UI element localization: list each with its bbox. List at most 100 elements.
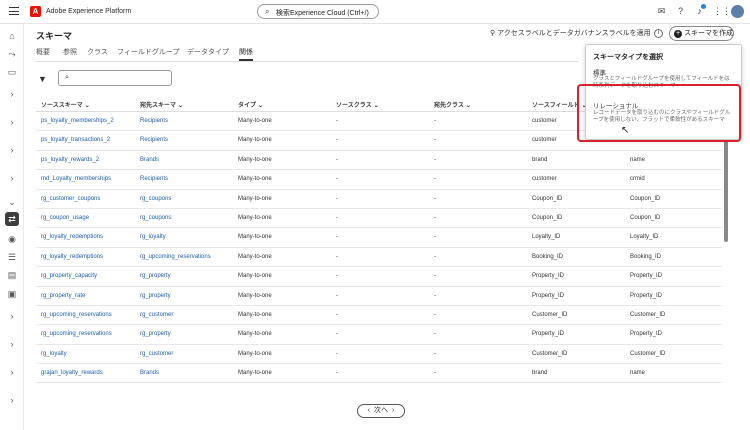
- search-icon: ⌕: [65, 74, 69, 81]
- workflows-icon[interactable]: ⤳: [6, 48, 18, 60]
- table-cell: Many-to-one: [238, 176, 272, 183]
- next-page-icon[interactable]: ›: [392, 407, 394, 414]
- sort-icon: ⌄: [178, 103, 184, 109]
- expand-chevron-icon[interactable]: ›: [6, 366, 18, 378]
- source-schema-link[interactable]: md_Loyalty_memberships: [41, 176, 111, 182]
- destination-schema-link[interactable]: rg_customer: [140, 312, 173, 318]
- source-schema-link[interactable]: rg_property_rate: [41, 293, 85, 299]
- destination-schema-link[interactable]: rg_property: [140, 273, 171, 279]
- table-row[interactable]: rg_loyalty_redemptions rg_loyalty Many-to-…: [36, 228, 722, 248]
- help-icon[interactable]: ?: [675, 6, 686, 17]
- tab-data-types[interactable]: データタイプ: [187, 47, 229, 57]
- source-schema-link[interactable]: ps_loyalty_transactions_2: [41, 137, 110, 143]
- apps-grid-icon[interactable]: ⋮⋮: [713, 6, 731, 17]
- table-row[interactable]: rg_property_rate rg_property Many-to-one - -…: [36, 287, 722, 306]
- table-cell: brand: [532, 370, 548, 377]
- destination-schema-link[interactable]: Recipients: [140, 176, 168, 182]
- table-row[interactable]: rg_loyalty_redemptions rg_upcoming_reserv…: [36, 248, 722, 268]
- datasets-icon[interactable]: ☰: [6, 251, 18, 263]
- destination-schema-link[interactable]: rg_property: [140, 331, 171, 337]
- table-row[interactable]: grajan_loyalty_rewards Brands Many-to-one -…: [36, 364, 722, 384]
- table-cell: Customer_ID: [630, 311, 666, 318]
- feedback-icon[interactable]: ✉: [656, 6, 667, 17]
- column-header[interactable]: ソースクラス ⌄: [336, 100, 379, 109]
- expand-chevron-icon[interactable]: ›: [6, 310, 18, 322]
- table-row[interactable]: rg_upcoming_reservations rg_customer Many-…: [36, 306, 722, 326]
- expand-chevron-icon[interactable]: ›: [6, 116, 18, 128]
- table-cell: -: [434, 118, 436, 124]
- create-schema-button[interactable]: + スキーマを作成: [669, 26, 734, 41]
- table-row[interactable]: rg_customer_coupons rg_coupons Many-to-one…: [36, 190, 722, 209]
- source-schema-link[interactable]: grajan_loyalty_rewards: [41, 370, 103, 376]
- monitoring-icon[interactable]: ▣: [6, 288, 18, 300]
- destination-schema-link[interactable]: Recipients: [140, 118, 168, 124]
- destination-schema-link[interactable]: rg_coupons: [140, 215, 171, 221]
- table-cell: Customer_ID: [630, 350, 666, 357]
- table-row[interactable]: md_Loyalty_memberships Recipients Many-to-…: [36, 170, 722, 190]
- expand-chevron-icon[interactable]: ›: [6, 172, 18, 184]
- global-search[interactable]: ⌕ 検索Experience Cloud (Ctrl+/): [257, 4, 379, 19]
- home-icon[interactable]: ⌂: [6, 30, 18, 42]
- table-cell: Coupon_ID: [630, 214, 661, 221]
- info-icon[interactable]: i: [654, 29, 663, 38]
- table-row[interactable]: rg_coupon_usage rg_coupons Many-to-one - - Co…: [36, 209, 722, 229]
- source-schema-link[interactable]: rg_property_capacity: [41, 273, 97, 279]
- schemas-icon[interactable]: ⇄: [5, 212, 19, 226]
- destination-schema-link[interactable]: rg_coupons: [140, 196, 171, 202]
- destination-schema-link[interactable]: Recipients: [140, 137, 168, 143]
- source-schema-link[interactable]: rg_loyalty_redemptions: [41, 254, 103, 260]
- table-cell: -: [336, 195, 338, 202]
- table-cell: Customer_ID: [532, 311, 568, 318]
- collapse-chevron-icon[interactable]: ⌄: [6, 196, 18, 208]
- source-schema-link[interactable]: rg_loyalty: [41, 351, 67, 357]
- table-cell: customer: [532, 176, 557, 183]
- tab-classes[interactable]: クラス: [87, 47, 108, 57]
- source-schema-link[interactable]: ps_loyalty_memberships_2: [41, 118, 114, 124]
- column-header[interactable]: タイプ ⌄: [238, 100, 263, 109]
- tab-relationships[interactable]: 関係: [239, 47, 253, 57]
- next-page-label[interactable]: 次へ: [374, 407, 388, 414]
- source-schema-link[interactable]: rg_upcoming_reservations: [41, 312, 112, 318]
- expand-chevron-icon[interactable]: ›: [6, 144, 18, 156]
- table-row[interactable]: rg_loyalty rg_customer Many-to-one - - Custom…: [36, 345, 722, 365]
- search-input[interactable]: ⌕: [58, 70, 172, 86]
- destination-schema-link[interactable]: rg_customer: [140, 351, 173, 357]
- column-header[interactable]: 宛先クラス ⌄: [434, 100, 471, 109]
- filter-icon[interactable]: ▼: [38, 74, 47, 84]
- table-row[interactable]: rg_upcoming_reservations rg_property Many-…: [36, 325, 722, 345]
- destination-schema-link[interactable]: Brands: [140, 157, 159, 163]
- expand-chevron-icon[interactable]: ›: [6, 88, 18, 100]
- destination-schema-link[interactable]: rg_loyalty: [140, 234, 166, 240]
- table-cell: -: [434, 234, 436, 241]
- table-cell: Many-to-one: [238, 331, 272, 338]
- dashboard-icon[interactable]: ▭: [6, 66, 18, 78]
- expand-chevron-icon[interactable]: ›: [6, 338, 18, 350]
- table-cell: -: [336, 311, 338, 318]
- destination-schema-link[interactable]: Brands: [140, 370, 159, 376]
- source-schema-link[interactable]: ps_loyalty_rewards_2: [41, 157, 99, 163]
- location-icon[interactable]: ◉: [6, 233, 18, 245]
- queries-icon[interactable]: ▤: [6, 269, 18, 281]
- source-schema-link[interactable]: rg_upcoming_reservations: [41, 331, 112, 337]
- table-cell: crmid: [630, 176, 645, 183]
- table-row[interactable]: rg_property_capacity rg_property Many-to-o…: [36, 267, 722, 287]
- column-header[interactable]: ソーススキーマ ⌄: [41, 100, 90, 109]
- destination-schema-link[interactable]: rg_upcoming_reservations: [140, 254, 211, 260]
- source-schema-link[interactable]: rg_customer_coupons: [41, 196, 100, 202]
- plus-icon: +: [674, 30, 682, 38]
- table-row[interactable]: ps_loyalty_rewards_2 Brands Many-to-one - - b…: [36, 151, 722, 171]
- destination-schema-link[interactable]: rg_property: [140, 293, 171, 299]
- source-schema-link[interactable]: rg_loyalty_redemptions: [41, 234, 103, 240]
- prev-page-icon[interactable]: ‹: [368, 407, 370, 414]
- source-schema-link[interactable]: rg_coupon_usage: [41, 215, 89, 221]
- tab-overview[interactable]: 概要: [36, 47, 50, 57]
- table-cell: name: [630, 370, 646, 377]
- expand-chevron-icon[interactable]: ›: [6, 394, 18, 406]
- tab-field-groups[interactable]: フィールドグループ: [117, 47, 179, 57]
- apply-labels-button[interactable]: ⚲ アクセスラベルとデータガバナンスラベルを適用: [486, 27, 655, 41]
- table-cell: Many-to-one: [238, 273, 272, 280]
- column-header[interactable]: 宛先スキーマ ⌄: [140, 100, 183, 109]
- tab-browse[interactable]: 参照: [63, 47, 77, 57]
- menu-icon[interactable]: [9, 7, 19, 16]
- avatar[interactable]: [731, 5, 744, 18]
